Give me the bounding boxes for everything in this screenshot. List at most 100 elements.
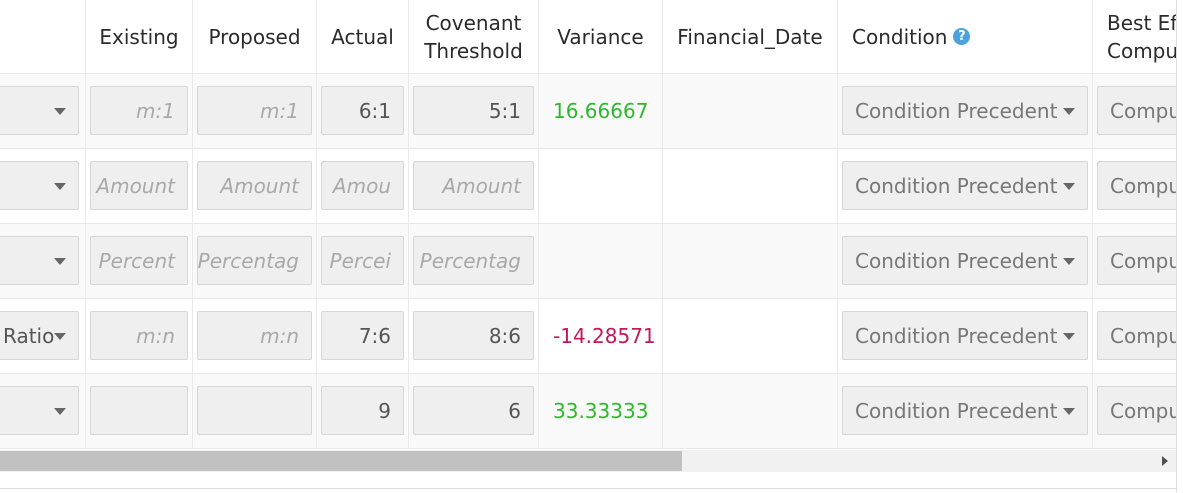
actual-cell: 9: [317, 374, 409, 449]
condition-select[interactable]: Condition Precedent: [842, 161, 1088, 210]
header-actual: Actual: [317, 0, 409, 74]
type-select[interactable]: [0, 236, 79, 285]
condition-select-value: Condition Precedent: [855, 173, 1058, 198]
type-cell: [0, 149, 86, 224]
actual-input[interactable]: 7:6: [321, 311, 404, 360]
type-cell: [0, 74, 86, 149]
proposed-input[interactable]: Amount: [197, 161, 312, 210]
covenant-threshold-input[interactable]: 5:1: [413, 86, 534, 135]
header-proposed: Proposed: [193, 0, 317, 74]
condition-select-value: Condition Precedent: [855, 323, 1058, 348]
best-effort-cell: Compu: [1093, 74, 1176, 149]
actual-cell: 7:6: [317, 299, 409, 374]
condition-select[interactable]: Condition Precedent: [842, 386, 1088, 435]
existing-input[interactable]: m:1: [90, 86, 188, 135]
proposed-input[interactable]: m:n: [197, 311, 312, 360]
existing-input[interactable]: Amount: [90, 161, 188, 210]
chevron-down-icon: [54, 107, 66, 115]
chevron-down-icon: [54, 332, 66, 340]
threshold-cell: 5:1: [409, 74, 539, 149]
condition-select[interactable]: Condition Precedent: [842, 236, 1088, 285]
proposed-cell: Percentag: [193, 224, 317, 299]
variance-value: 16.66667: [553, 99, 649, 123]
chevron-down-icon: [54, 257, 66, 265]
covenant-threshold-input[interactable]: 8:6: [413, 311, 534, 360]
existing-input[interactable]: Percent: [90, 236, 188, 285]
best-effort-select[interactable]: Compu: [1097, 386, 1176, 435]
actual-input[interactable]: Amou: [321, 161, 404, 210]
existing-input[interactable]: [90, 386, 188, 435]
covenant-threshold-input[interactable]: Percentag: [413, 236, 534, 285]
financial-date-cell: [663, 299, 838, 374]
condition-select[interactable]: Condition Precedent: [842, 311, 1088, 360]
chevron-down-icon: [1063, 332, 1075, 340]
proposed-input[interactable]: m:1: [197, 86, 312, 135]
header-covenant-threshold: Covenant Threshold: [409, 0, 539, 74]
best-effort-select-value: Compu: [1110, 98, 1176, 123]
header-financial-date: Financial_Date: [663, 0, 838, 74]
condition-cell: Condition Precedent: [838, 374, 1093, 449]
horizontal-scrollbar[interactable]: [0, 450, 1176, 472]
covenant-threshold-input[interactable]: Amount: [413, 161, 534, 210]
type-cell: Ratio: [0, 299, 86, 374]
type-select-value: Ratio: [3, 323, 55, 348]
variance-cell: 33.33333: [539, 374, 663, 449]
best-effort-select-value: Compu: [1110, 323, 1176, 348]
type-select[interactable]: [0, 386, 79, 435]
covenant-threshold-input[interactable]: 6: [413, 386, 534, 435]
variance-value: -14.28571: [553, 324, 656, 348]
header-type: [0, 0, 86, 74]
condition-select[interactable]: Condition Precedent: [842, 86, 1088, 135]
variance-cell: [539, 149, 663, 224]
best-effort-select[interactable]: Compu: [1097, 161, 1176, 210]
actual-input[interactable]: Percei: [321, 236, 404, 285]
financial-date-cell: [663, 224, 838, 299]
actual-input[interactable]: 9: [321, 386, 404, 435]
best-effort-cell: Compu: [1093, 374, 1176, 449]
existing-cell: m:1: [86, 74, 193, 149]
best-effort-select[interactable]: Compu: [1097, 311, 1176, 360]
actual-cell: Percei: [317, 224, 409, 299]
proposed-cell: Amount: [193, 149, 317, 224]
chevron-down-icon: [1063, 182, 1075, 190]
type-select[interactable]: [0, 161, 79, 210]
existing-input[interactable]: m:n: [90, 311, 188, 360]
best-effort-select[interactable]: Compu: [1097, 86, 1176, 135]
proposed-input[interactable]: [197, 386, 312, 435]
best-effort-select[interactable]: Compu: [1097, 236, 1176, 285]
chevron-down-icon: [1063, 407, 1075, 415]
chevron-down-icon: [1063, 107, 1075, 115]
actual-cell: Amou: [317, 149, 409, 224]
header-variance: Variance: [539, 0, 663, 74]
proposed-cell: m:1: [193, 74, 317, 149]
chevron-down-icon: [54, 182, 66, 190]
condition-select-value: Condition Precedent: [855, 398, 1058, 423]
condition-cell: Condition Precedent: [838, 74, 1093, 149]
type-select[interactable]: [0, 86, 79, 135]
condition-select-value: Condition Precedent: [855, 248, 1058, 273]
type-cell: [0, 224, 86, 299]
help-icon[interactable]: ?: [953, 28, 971, 45]
variance-cell: -14.28571: [539, 299, 663, 374]
covenant-grid: Existing Proposed Actual Covenant Thresh…: [0, 0, 1176, 449]
chevron-down-icon: [54, 407, 66, 415]
variance-cell: [539, 224, 663, 299]
header-best-effort: Best Ef Compu: [1093, 0, 1176, 74]
scroll-right-arrow-icon[interactable]: [1162, 456, 1168, 466]
existing-cell: m:n: [86, 299, 193, 374]
proposed-input[interactable]: Percentag: [197, 236, 312, 285]
threshold-cell: 6: [409, 374, 539, 449]
condition-cell: Condition Precedent: [838, 224, 1093, 299]
existing-cell: Percent: [86, 224, 193, 299]
best-effort-cell: Compu: [1093, 149, 1176, 224]
type-cell: [0, 374, 86, 449]
header-existing: Existing: [86, 0, 193, 74]
existing-cell: [86, 374, 193, 449]
variance-cell: 16.66667: [539, 74, 663, 149]
best-effort-select-value: Compu: [1110, 173, 1176, 198]
type-select[interactable]: Ratio: [0, 311, 79, 360]
chevron-down-icon: [1063, 257, 1075, 265]
scrollbar-thumb[interactable]: [0, 451, 682, 471]
variance-value: 33.33333: [553, 399, 649, 423]
actual-input[interactable]: 6:1: [321, 86, 404, 135]
